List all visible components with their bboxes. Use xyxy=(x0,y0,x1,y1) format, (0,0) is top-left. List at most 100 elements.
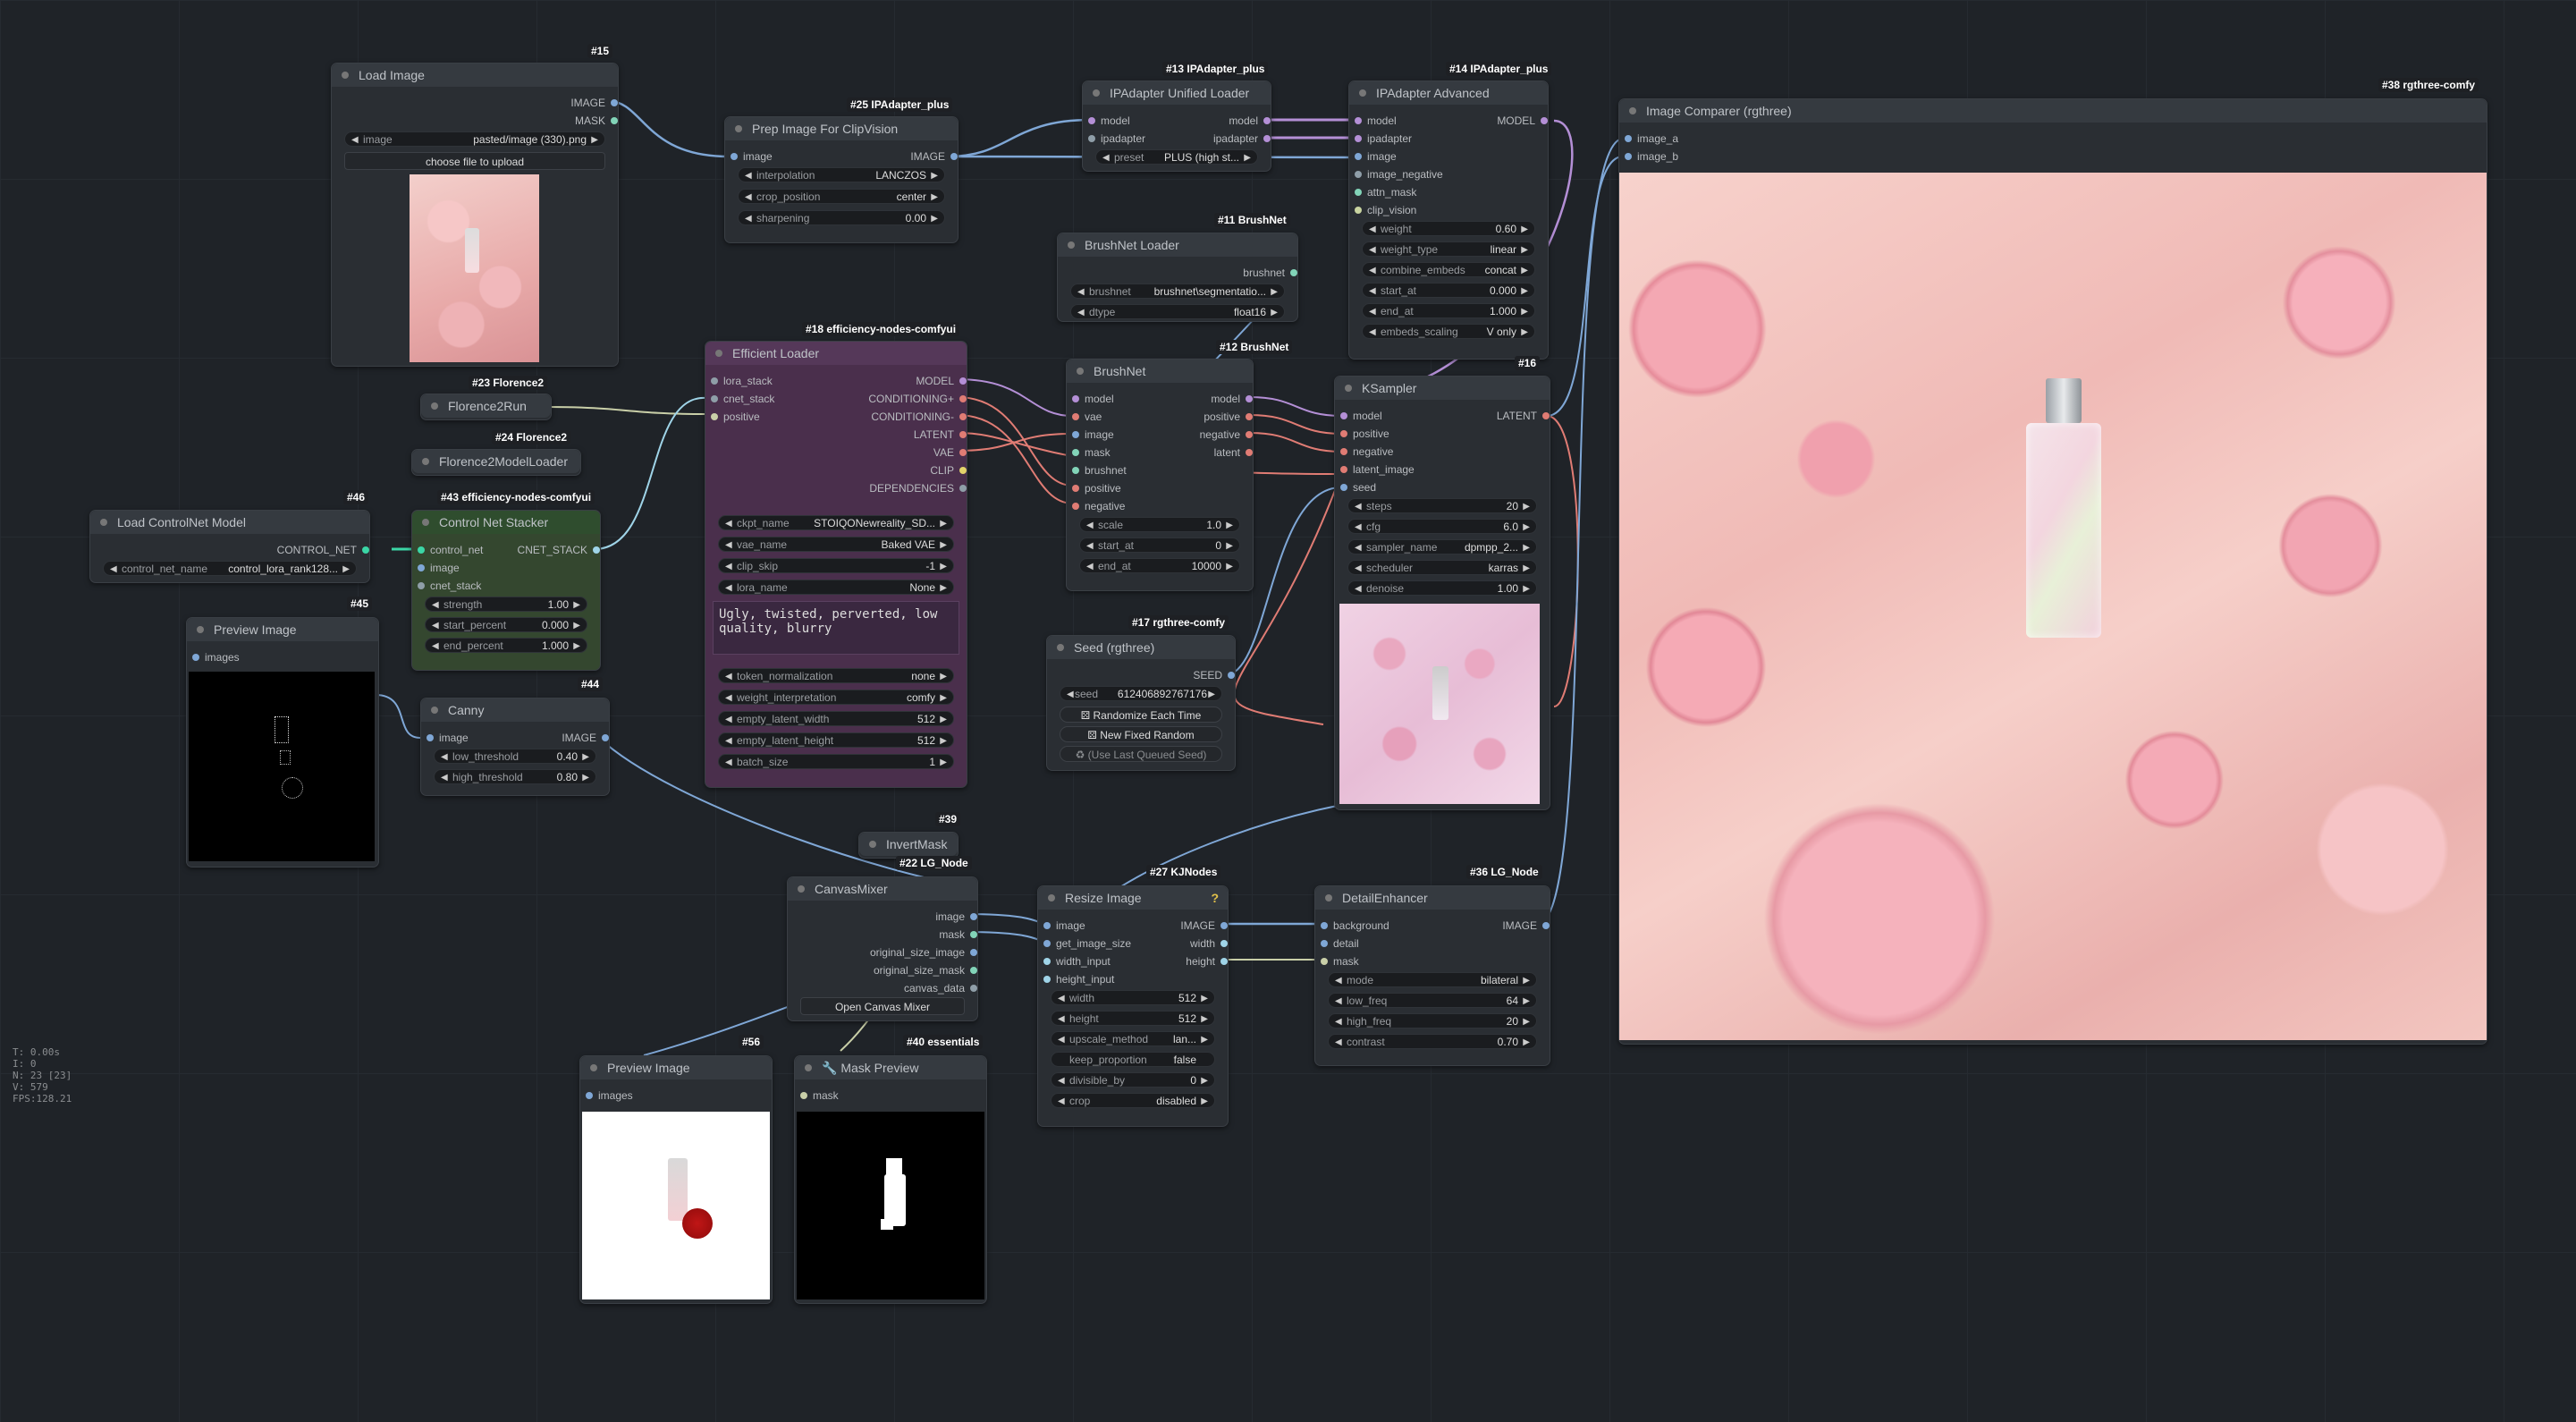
slot-pin[interactable] xyxy=(970,931,977,938)
input-model[interactable]: model xyxy=(1088,114,1130,128)
slot-pin[interactable] xyxy=(1355,153,1362,160)
height-widget[interactable]: ◀ height 512 ▶ xyxy=(1051,1011,1215,1026)
slot-pin[interactable] xyxy=(959,467,967,474)
slot-pin[interactable] xyxy=(1088,135,1095,142)
output-mask[interactable]: mask xyxy=(939,927,977,942)
start-percent-widget[interactable]: ◀ start_percent 0.000 ▶ xyxy=(425,617,587,632)
input-image[interactable]: image xyxy=(1043,918,1085,933)
arrow-left-icon[interactable]: ◀ xyxy=(1355,540,1362,554)
denoise-widget[interactable]: ◀ denoise 1.00 ▶ xyxy=(1347,580,1537,596)
arrow-left-icon[interactable]: ◀ xyxy=(441,749,448,763)
scale-widget[interactable]: ◀ scale 1.0 ▶ xyxy=(1079,517,1240,532)
slot-pin[interactable] xyxy=(1088,117,1095,124)
slot-pin[interactable] xyxy=(1625,135,1632,142)
arrow-right-icon[interactable]: ▶ xyxy=(1521,222,1528,235)
input-positive[interactable]: positive xyxy=(711,410,760,424)
slot-pin[interactable] xyxy=(1340,430,1347,437)
arrow-right-icon[interactable]: ▶ xyxy=(1244,150,1251,164)
input-image[interactable]: image xyxy=(427,731,469,745)
invert-mask-node[interactable]: InvertMask xyxy=(858,832,959,859)
arrow-right-icon[interactable]: ▶ xyxy=(1201,1032,1208,1045)
slot-pin[interactable] xyxy=(1072,431,1079,438)
divisible-by-widget[interactable]: ◀ divisible_by 0 ▶ xyxy=(1051,1072,1215,1088)
slot-pin[interactable] xyxy=(418,564,425,571)
collapse-dot-icon[interactable] xyxy=(1077,368,1084,375)
ksampler-node[interactable]: KSampler model positive negative latent_… xyxy=(1334,376,1550,810)
slot-pin[interactable] xyxy=(1263,117,1271,124)
arrow-left-icon[interactable]: ◀ xyxy=(1335,973,1342,986)
slot-pin[interactable] xyxy=(611,117,618,124)
node-title[interactable]: CanvasMixer xyxy=(788,877,977,901)
steps-widget[interactable]: ◀ steps 20 ▶ xyxy=(1347,498,1537,513)
upscale-method-widget[interactable]: ◀ upscale_method lan... ▶ xyxy=(1051,1031,1215,1046)
ipadapter-advanced-node[interactable]: IPAdapter Advanced model ipadapter image… xyxy=(1348,80,1549,360)
collapse-dot-icon[interactable] xyxy=(422,519,429,526)
arrow-left-icon[interactable]: ◀ xyxy=(1102,150,1110,164)
collapse-dot-icon[interactable] xyxy=(1093,89,1100,97)
arrow-left-icon[interactable]: ◀ xyxy=(725,669,732,682)
slot-pin[interactable] xyxy=(1220,940,1228,947)
empty-latent-width-widget[interactable]: ◀ empty_latent_width 512 ▶ xyxy=(718,711,954,726)
slot-pin[interactable] xyxy=(1246,395,1253,402)
slot-pin[interactable] xyxy=(611,99,618,106)
output-seed[interactable]: SEED xyxy=(1193,668,1235,682)
vae-name-widget[interactable]: ◀ vae_name Baked VAE ▶ xyxy=(718,537,954,552)
high-threshold-widget[interactable]: ◀ high_threshold 0.80 ▶ xyxy=(434,769,596,784)
upload-button[interactable]: choose file to upload xyxy=(344,152,605,170)
node-title[interactable]: BrushNet xyxy=(1067,360,1253,383)
arrow-right-icon[interactable]: ▶ xyxy=(1201,1073,1208,1087)
new-fixed-random-button[interactable]: ⚄ New Fixed Random xyxy=(1060,726,1222,742)
input-height-input[interactable]: height_input xyxy=(1043,972,1114,986)
collapse-dot-icon[interactable] xyxy=(422,458,429,465)
slot-pin[interactable] xyxy=(427,734,434,741)
output-cnet-stack[interactable]: CNET_STACK xyxy=(518,543,600,557)
output-width[interactable]: width xyxy=(1190,936,1228,951)
collapse-dot-icon[interactable] xyxy=(1359,89,1366,97)
input-clip-vision[interactable]: clip_vision xyxy=(1355,203,1416,217)
slot-pin[interactable] xyxy=(970,949,977,956)
collapse-dot-icon[interactable] xyxy=(869,841,876,848)
output-latent[interactable]: latent xyxy=(1214,445,1253,460)
slot-pin[interactable] xyxy=(1290,269,1297,276)
detail-enhancer-node[interactable]: DetailEnhancer background detail mask IM… xyxy=(1314,885,1550,1066)
slot-pin[interactable] xyxy=(1043,922,1051,929)
node-title[interactable]: DetailEnhancer xyxy=(1315,886,1550,910)
slot-pin[interactable] xyxy=(1340,484,1347,491)
load-controlnet-node[interactable]: Load ControlNet Model CONTROL_NET ◀ contr… xyxy=(89,510,370,583)
slot-pin[interactable] xyxy=(1220,922,1228,929)
efficient-loader-node[interactable]: Efficient Loader lora_stack cnet_stack p… xyxy=(705,341,967,788)
arrow-right-icon[interactable]: ▶ xyxy=(1226,559,1233,572)
input-images[interactable]: images xyxy=(192,650,240,664)
slot-pin[interactable] xyxy=(1043,940,1051,947)
brushnet-loader-node[interactable]: BrushNet Loader brushnet ◀ brushnet brushn… xyxy=(1057,233,1298,322)
input-cnet-stack[interactable]: cnet_stack xyxy=(418,579,481,593)
arrow-right-icon[interactable]: ▶ xyxy=(940,755,947,768)
slot-pin[interactable] xyxy=(602,734,609,741)
output-model[interactable]: MODEL xyxy=(916,374,967,388)
output-image[interactable]: image xyxy=(935,910,977,924)
image-select[interactable]: ◀ image pasted/image (330).png ▶ xyxy=(344,131,605,147)
collapse-dot-icon[interactable] xyxy=(197,626,204,633)
input-negative[interactable]: negative xyxy=(1340,444,1393,459)
slot-pin[interactable] xyxy=(959,377,967,385)
input-mask[interactable]: mask xyxy=(1072,445,1111,460)
slot-pin[interactable] xyxy=(1340,412,1347,419)
open-canvas-mixer-button[interactable]: Open Canvas Mixer xyxy=(800,997,965,1015)
arrow-right-icon[interactable]: ▶ xyxy=(940,516,947,529)
output-brushnet[interactable]: brushnet xyxy=(1243,266,1297,280)
node-title[interactable]: IPAdapter Advanced xyxy=(1349,81,1548,105)
collapse-dot-icon[interactable] xyxy=(431,707,438,714)
collapse-dot-icon[interactable] xyxy=(431,402,438,410)
output-height[interactable]: height xyxy=(1186,954,1228,969)
arrow-left-icon[interactable]: ◀ xyxy=(1086,518,1094,531)
node-title[interactable]: IPAdapter Unified Loader xyxy=(1083,81,1271,105)
input-width-input[interactable]: width_input xyxy=(1043,954,1111,969)
input-ipadapter[interactable]: ipadapter xyxy=(1088,131,1145,146)
input-lora-stack[interactable]: lora_stack xyxy=(711,374,773,388)
output-model[interactable]: model xyxy=(1211,392,1253,406)
arrow-right-icon[interactable]: ▶ xyxy=(573,597,580,611)
weight-interpretation-widget[interactable]: ◀ weight_interpretation comfy ▶ xyxy=(718,690,954,705)
collapse-dot-icon[interactable] xyxy=(805,1064,812,1071)
output-model[interactable]: model xyxy=(1229,114,1271,128)
arrow-left-icon[interactable]: ◀ xyxy=(725,733,732,747)
